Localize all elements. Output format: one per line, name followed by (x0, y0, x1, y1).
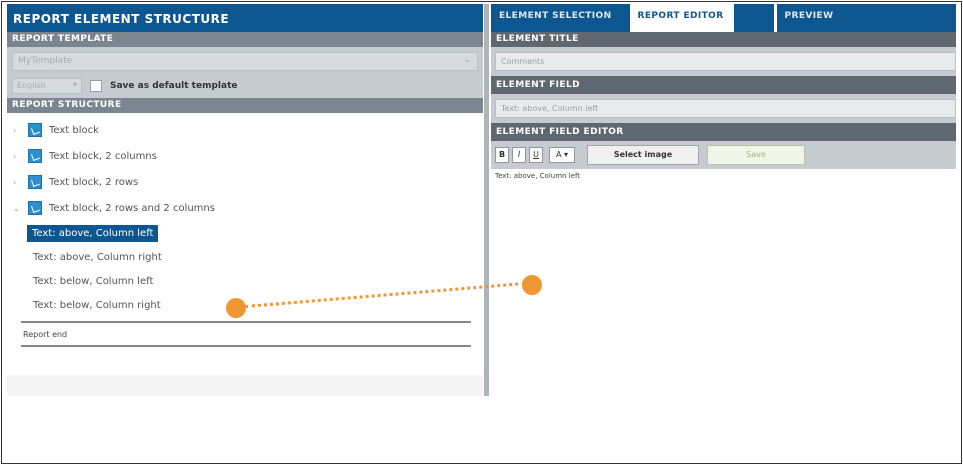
element-title-header: ELEMENT TITLE (491, 32, 956, 47)
editor-toolbar: B I U A ▾ Select image Save (491, 141, 956, 169)
report-end-marker: Report end (21, 321, 471, 347)
structure-tree: › Text block › Text block, 2 columns › T… (7, 113, 483, 375)
tree-node-label: Text block, 2 rows (49, 176, 139, 188)
expand-arrow-icon[interactable]: › (13, 152, 23, 161)
tab-report-editor[interactable]: REPORT EDITOR (626, 4, 734, 32)
template-area: MyTemplate ⌄ English ▾ Save as default t… (7, 47, 483, 98)
text-block-icon (28, 175, 42, 189)
tab-element-selection[interactable]: ELEMENT SELECTION (491, 4, 622, 32)
tab-preview[interactable]: PREVIEW (773, 4, 844, 32)
tree-node[interactable]: › Text block, 2 columns (7, 143, 483, 169)
language-select[interactable]: English ▾ (12, 78, 82, 94)
text-block-icon (28, 149, 42, 163)
editor-panel: ELEMENT SELECTION REPORT EDITOR PREVIEW … (491, 4, 956, 396)
annotation-dot-start (226, 298, 246, 318)
tab-bar: ELEMENT SELECTION REPORT EDITOR PREVIEW (491, 4, 956, 32)
element-field-header: ELEMENT FIELD (491, 76, 956, 94)
tree-child[interactable]: Text: below, Column left (7, 269, 483, 293)
default-template-checkbox[interactable] (90, 80, 102, 92)
template-select[interactable]: MyTemplate ⌄ (12, 52, 478, 71)
annotation-dot-end (522, 275, 542, 295)
language-row: English ▾ Save as default template (12, 78, 478, 94)
tree-child-label: Text: above, Column left (27, 224, 159, 242)
tree-child-selected[interactable]: Text: above, Column left (7, 221, 483, 245)
chevron-down-icon: ⌄ (463, 55, 471, 65)
tree-child[interactable]: Text: above, Column right (7, 245, 483, 269)
element-field-area: Text: above, Column left (491, 94, 956, 123)
text-block-icon (28, 123, 42, 137)
language-select-value: English (17, 81, 46, 90)
save-button[interactable]: Save (707, 145, 805, 165)
select-image-button[interactable]: Select image (587, 145, 699, 165)
chevron-down-icon: ▾ (72, 80, 77, 89)
panel-splitter[interactable] (484, 4, 489, 396)
collapse-arrow-icon[interactable]: ⌄ (13, 204, 23, 213)
element-field-editor-header: ELEMENT FIELD EDITOR (491, 123, 956, 141)
element-title-area: Comments (491, 47, 956, 76)
bold-button[interactable]: B (495, 147, 509, 163)
tree-node[interactable]: › Text block, 2 rows (7, 169, 483, 195)
template-section-header: REPORT TEMPLATE (7, 32, 483, 47)
tree-child-label: Text: below, Column left (33, 275, 154, 287)
panel-title: REPORT ELEMENT STRUCTURE (7, 4, 483, 32)
italic-button[interactable]: I (512, 147, 526, 163)
tree-child-label: Text: below, Column right (33, 299, 161, 311)
underline-button[interactable]: U (529, 147, 543, 163)
tree-node-label: Text block, 2 columns (49, 150, 157, 162)
default-template-label: Save as default template (110, 81, 238, 91)
element-title-input[interactable]: Comments (495, 52, 956, 71)
tree-child-label: Text: above, Column right (33, 251, 162, 263)
text-block-icon (28, 201, 42, 215)
template-select-value: MyTemplate (18, 56, 73, 66)
element-field-input[interactable]: Text: above, Column left (495, 99, 956, 118)
editor-content[interactable]: Text: above, Column left (491, 169, 956, 180)
report-structure-panel: REPORT ELEMENT STRUCTURE REPORT TEMPLATE… (7, 4, 483, 396)
tree-node[interactable]: › Text block (7, 117, 483, 143)
expand-arrow-icon[interactable]: › (13, 178, 23, 187)
tree-node[interactable]: ⌄ Text block, 2 rows and 2 columns (7, 195, 483, 221)
structure-section-header: REPORT STRUCTURE (7, 98, 483, 113)
tree-node-label: Text block, 2 rows and 2 columns (49, 202, 215, 214)
tree-node-label: Text block (49, 124, 99, 136)
text-color-button[interactable]: A ▾ (549, 147, 575, 163)
expand-arrow-icon[interactable]: › (13, 126, 23, 135)
